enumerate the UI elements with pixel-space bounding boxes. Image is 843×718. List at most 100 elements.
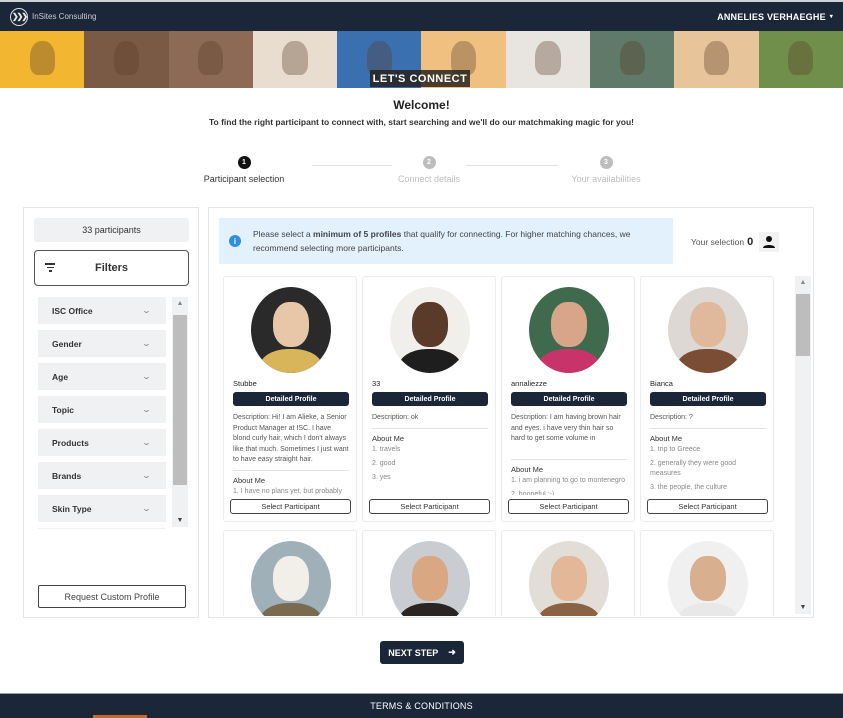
about-me-item: 1. travels [372, 445, 401, 453]
participant-grid: Stubbe Detailed Profile Description: Hi! I… [223, 276, 779, 616]
chevron-down-icon: ⌄ [141, 438, 152, 447]
filter-sidebar: 33 participants Filters ISC Office ⌄ Gende… [23, 207, 199, 618]
about-me-item: 2. generally they were good measures [650, 459, 736, 477]
filters-label: Filters [94, 262, 128, 274]
scroll-down-icon[interactable]: ▼ [172, 517, 188, 524]
about-me-list: 1. trip to Greece 2. generally they were … [650, 445, 766, 496]
participant-count: 33 participants [34, 218, 189, 242]
step-label: Your availabilities [571, 174, 641, 184]
detailed-profile-button[interactable]: Detailed Profile [372, 392, 488, 406]
step-connect-details: 2 Connect details [392, 156, 466, 184]
filter-products[interactable]: Products ⌄ [38, 429, 166, 456]
select-participant-button[interactable]: Select Participant [230, 499, 351, 514]
step-number: 1 [237, 156, 251, 169]
participant-description: Description: ok [372, 414, 419, 421]
welcome-subtitle: To find the right participant to connect… [208, 117, 634, 127]
step-your-availabilities: 3 Your availabilities [562, 156, 650, 184]
request-custom-profile-button[interactable]: Request Custom Profile [38, 585, 186, 608]
step-label: Connect details [397, 174, 461, 184]
logo-text: InSites Consulting [32, 12, 97, 21]
participant-name: annaliezze [511, 379, 547, 388]
filter-icon [45, 263, 55, 274]
next-step-button[interactable]: NEXT STEP ➜ [380, 641, 464, 664]
chevron-down-icon: ⌄ [141, 504, 152, 513]
stepper: 1 Participant selection 2 Connect detail… [200, 156, 650, 188]
logo-icon: ❯❯❯ [10, 7, 28, 26]
divider [233, 469, 349, 471]
about-me-title: About Me [650, 433, 683, 443]
filter-skin-type[interactable]: Skin Type ⌄ [38, 495, 166, 522]
logo[interactable]: ❯❯❯ InSites Consulting [10, 7, 97, 26]
avatar [251, 541, 331, 616]
detailed-profile-button[interactable]: Detailed Profile [233, 392, 349, 406]
top-bar: ❯❯❯ InSites Consulting ANNELIES VERHAEGH… [0, 0, 843, 31]
filter-age[interactable]: Age ⌄ [38, 363, 166, 390]
about-me-title: About Me [233, 475, 266, 485]
participant-description: Description: ? [650, 414, 693, 421]
select-participant-button[interactable]: Select Participant [647, 499, 768, 514]
filter-item-partial[interactable] [38, 528, 166, 529]
selection-count: 0 [747, 236, 754, 248]
user-name: ANNELIES VERHAEGHE [717, 11, 826, 22]
banner-photo [505, 31, 591, 88]
banner-photo [168, 31, 253, 88]
avatar [390, 287, 470, 373]
about-me-item: 3. the people, the culture [650, 483, 728, 491]
chevron-down-icon: ⌄ [141, 372, 152, 381]
filters-button[interactable]: Filters [34, 250, 189, 286]
scrollbar-thumb[interactable] [796, 294, 810, 356]
filter-topic[interactable]: Topic ⌄ [38, 396, 166, 423]
filter-label: Skin Type [52, 503, 92, 514]
participant-name: Bianca [650, 379, 673, 388]
step-connector [312, 165, 392, 166]
about-me-item: 1. i am planning to go to montenegro [511, 477, 626, 484]
participant-description: Description: I am having brown hair and … [511, 414, 621, 442]
user-menu[interactable]: ANNELIES VERHAEGHE ▾ [717, 12, 833, 22]
about-me-list: 1. travels 2. good 3. yes [372, 445, 488, 496]
welcome-title: Welcome! [393, 98, 450, 112]
avatar [668, 287, 748, 373]
participant-name: Stubbe [233, 379, 257, 388]
filter-scrollbar[interactable]: ▲ ▼ [172, 297, 188, 527]
about-me-item: 2. good [372, 459, 396, 467]
banner-photo [252, 31, 338, 88]
about-me-list: 1. I have no plans yet, but probably [233, 487, 349, 496]
about-me-item: 3. yes [372, 473, 391, 481]
step-participant-selection: 1 Participant selection [200, 156, 288, 184]
participant-card [362, 530, 496, 616]
banner-photo [590, 31, 675, 88]
divider [650, 427, 766, 429]
banner-photo [0, 31, 85, 88]
avatar [529, 287, 609, 373]
filter-label: Age [52, 371, 69, 382]
banner-photo [674, 31, 759, 88]
detailed-profile-button[interactable]: Detailed Profile [511, 392, 627, 406]
scroll-up-icon[interactable]: ▲ [172, 300, 188, 307]
participant-card: 33 Detailed Profile Description: ok About M… [362, 276, 496, 522]
scroll-up-icon[interactable]: ▲ [795, 279, 811, 286]
filter-list: ISC Office ⌄ Gender ⌄ Age ⌄ Topic ⌄ Products ⌄ Bra… [38, 297, 166, 529]
scroll-down-icon[interactable]: ▼ [795, 604, 811, 611]
filter-isc-office[interactable]: ISC Office ⌄ [38, 297, 166, 324]
about-me-item: 1. trip to Greece [650, 445, 701, 453]
select-participant-button[interactable]: Select Participant [369, 499, 490, 514]
about-me-item: 1. I have no plans yet, but probably [233, 487, 342, 495]
scrollbar-thumb[interactable] [173, 315, 187, 485]
select-participant-button[interactable]: Select Participant [508, 499, 629, 514]
step-connector [466, 165, 558, 166]
detailed-profile-button[interactable]: Detailed Profile [650, 392, 766, 406]
info-banner: i Please select a minimum of 5 profiles … [219, 218, 673, 264]
caret-down-icon: ▾ [829, 14, 833, 20]
filter-brands[interactable]: Brands ⌄ [38, 462, 166, 489]
terms-link[interactable]: TERMS & CONDITIONS [370, 701, 473, 711]
filter-label: ISC Office [52, 305, 93, 316]
step-label: Participant selection [203, 174, 285, 184]
participant-card [501, 530, 635, 616]
person-icon[interactable] [759, 232, 780, 252]
avatar [529, 541, 609, 616]
about-me-item: 2. hoopeful :-) [511, 491, 555, 495]
filter-gender[interactable]: Gender ⌄ [38, 330, 166, 357]
banner-photo [758, 31, 843, 88]
divider [511, 459, 627, 460]
participants-scrollbar[interactable]: ▲ ▼ [795, 276, 811, 614]
